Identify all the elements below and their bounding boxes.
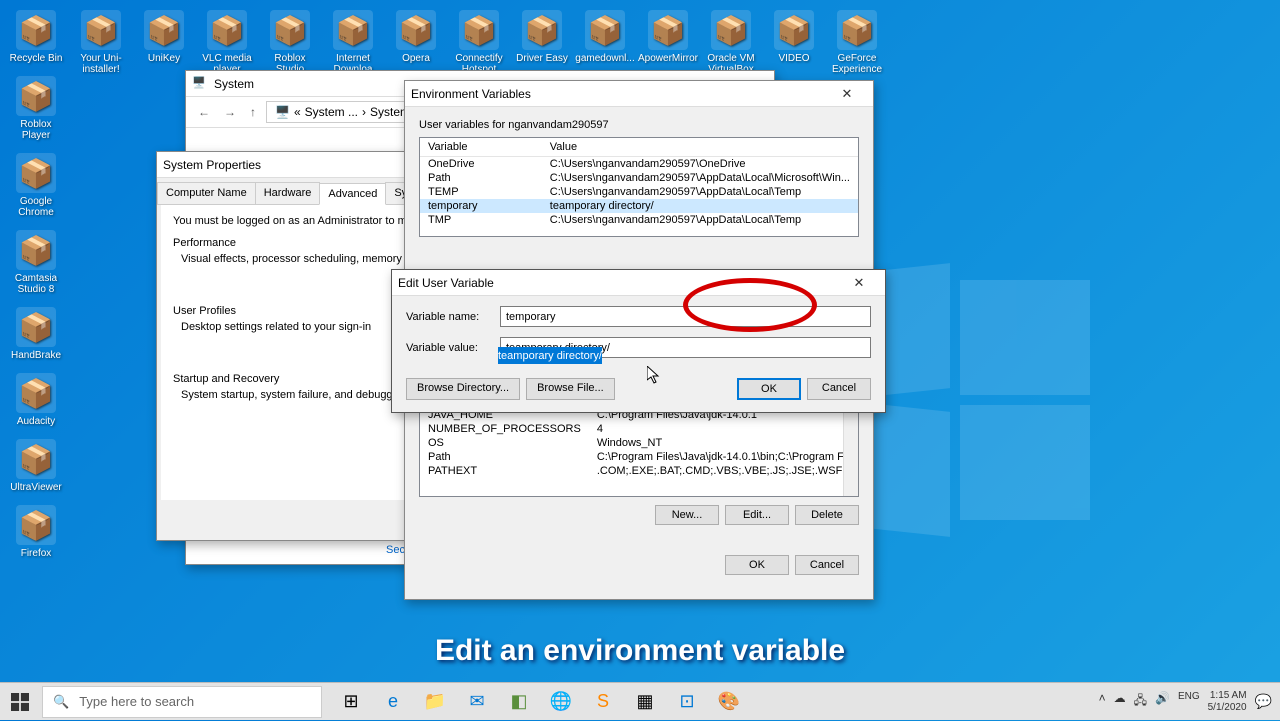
edit-cancel-button[interactable]: Cancel xyxy=(807,378,871,400)
taskbar-clock[interactable]: 1:15 AM 5/1/2020 xyxy=(1208,690,1247,714)
env-ok-button[interactable]: OK xyxy=(725,555,789,575)
table-row[interactable]: PATHEXT.COM;.EXE;.BAT;.CMD;.VBS;.VBE;.JS… xyxy=(420,464,859,478)
table-row[interactable]: NUMBER_OF_PROCESSORS4 xyxy=(420,422,859,436)
table-row[interactable]: TMPC:\Users\nganvandam290597\AppData\Loc… xyxy=(420,213,858,227)
desktop-icon[interactable]: 📦Google Chrome xyxy=(5,148,67,223)
start-button[interactable] xyxy=(0,683,40,721)
edit-ok-button[interactable]: OK xyxy=(737,378,801,400)
desktop-icon[interactable]: 📦Audacity xyxy=(5,368,67,432)
table-row[interactable]: TEMPC:\Users\nganvandam290597\AppData\Lo… xyxy=(420,185,858,199)
tab-advanced[interactable]: Advanced xyxy=(319,183,386,205)
table-row[interactable]: OneDriveC:\Users\nganvandam290597\OneDri… xyxy=(420,157,858,172)
browse-file-button[interactable]: Browse File... xyxy=(526,378,615,400)
nav-up[interactable]: ↑ xyxy=(246,103,260,121)
taskbar-search[interactable]: 🔍 Type here to search xyxy=(42,686,322,718)
var-value-label: Variable value: xyxy=(406,342,500,354)
user-vars-table[interactable]: Variable Value OneDriveC:\Users\nganvand… xyxy=(419,137,859,237)
paint-icon[interactable]: 🎨 xyxy=(708,683,750,721)
nav-forward[interactable]: → xyxy=(220,103,240,121)
app-icon[interactable]: ▦ xyxy=(624,683,666,721)
edge-icon[interactable]: e xyxy=(372,683,414,721)
browse-directory-button[interactable]: Browse Directory... xyxy=(406,378,520,400)
system-vars-table[interactable]: JAVA_HOMEC:\Program Files\Java\jdk-14.0.… xyxy=(419,407,859,497)
selected-value-text: teamporary directory/ xyxy=(498,347,602,364)
desktop-icon[interactable]: 📦UltraViewer xyxy=(5,434,67,498)
notifications-icon[interactable]: 💬 xyxy=(1255,693,1272,710)
computer-icon: 🖥️ xyxy=(192,76,208,92)
desktop-icon[interactable]: 📦GeForce Experience xyxy=(826,5,888,91)
tray-icons[interactable]: ˄ ☁ 🖧 🔊 ENG xyxy=(1099,691,1200,712)
chrome-icon[interactable]: 🌐 xyxy=(540,683,582,721)
mail-icon[interactable]: ✉ xyxy=(456,683,498,721)
table-row[interactable]: PathC:\Program Files\Java\jdk-14.0.1\bin… xyxy=(420,450,859,464)
sys-delete-button[interactable]: Delete xyxy=(795,505,859,525)
table-row[interactable]: temporaryteamporary directory/ xyxy=(420,199,858,213)
desktop-icon[interactable]: 📦Firefox xyxy=(5,500,67,564)
edit-user-variable-dialog: Edit User Variable ✕ Variable name: Vari… xyxy=(391,269,886,413)
desktop-icon[interactable]: 📦Camtasia Studio 8 xyxy=(5,225,67,300)
camtasia-icon[interactable]: ◧ xyxy=(498,683,540,721)
network-icon[interactable]: 🖧 xyxy=(1134,691,1147,712)
var-name-label: Variable name: xyxy=(406,311,500,323)
edit-title: Edit User Variable xyxy=(398,276,839,290)
desktop-icon[interactable]: 📦Recycle Bin xyxy=(5,5,67,69)
desktop-icon[interactable]: 📦Roblox Player xyxy=(5,71,67,146)
env-close-icon[interactable]: ✕ xyxy=(827,86,867,102)
scrollbar[interactable] xyxy=(843,408,858,496)
sublime-icon[interactable]: S xyxy=(582,683,624,721)
nav-back[interactable]: ← xyxy=(194,103,214,121)
edit-close-icon[interactable]: ✕ xyxy=(839,275,879,291)
task-view-icon[interactable]: ⊞ xyxy=(330,683,372,721)
tab-computer-name[interactable]: Computer Name xyxy=(157,182,256,204)
var-name-input[interactable] xyxy=(500,306,871,327)
env-cancel-button[interactable]: Cancel xyxy=(795,555,859,575)
tab-hardware[interactable]: Hardware xyxy=(255,182,321,204)
user-vars-label: User variables for nganvandam290597 xyxy=(419,119,859,131)
taskbar: 🔍 Type here to search ⊞ e 📁 ✉ ◧ 🌐 S ▦ ⊡ … xyxy=(0,682,1280,720)
table-row[interactable]: OSWindows_NT xyxy=(420,436,859,450)
tray-chevron-icon[interactable]: ˄ xyxy=(1099,691,1106,712)
language-icon[interactable]: ENG xyxy=(1178,691,1200,712)
sys-edit-button[interactable]: Edit... xyxy=(725,505,789,525)
onedrive-icon[interactable]: ☁ xyxy=(1114,691,1126,712)
desktop-icon[interactable]: 📦Your Uni-installer! xyxy=(70,5,132,91)
video-caption: Edit an environment variable xyxy=(435,634,845,668)
table-row[interactable]: PathC:\Users\nganvandam290597\AppData\Lo… xyxy=(420,171,858,185)
desktop-icon[interactable]: 📦HandBrake xyxy=(5,302,67,366)
volume-icon[interactable]: 🔊 xyxy=(1155,691,1170,712)
search-icon: 🔍 xyxy=(53,694,69,710)
sys-new-button[interactable]: New... xyxy=(655,505,719,525)
env-title: Environment Variables xyxy=(411,87,827,101)
explorer-icon[interactable]: 📁 xyxy=(414,683,456,721)
settings-icon[interactable]: ⊡ xyxy=(666,683,708,721)
